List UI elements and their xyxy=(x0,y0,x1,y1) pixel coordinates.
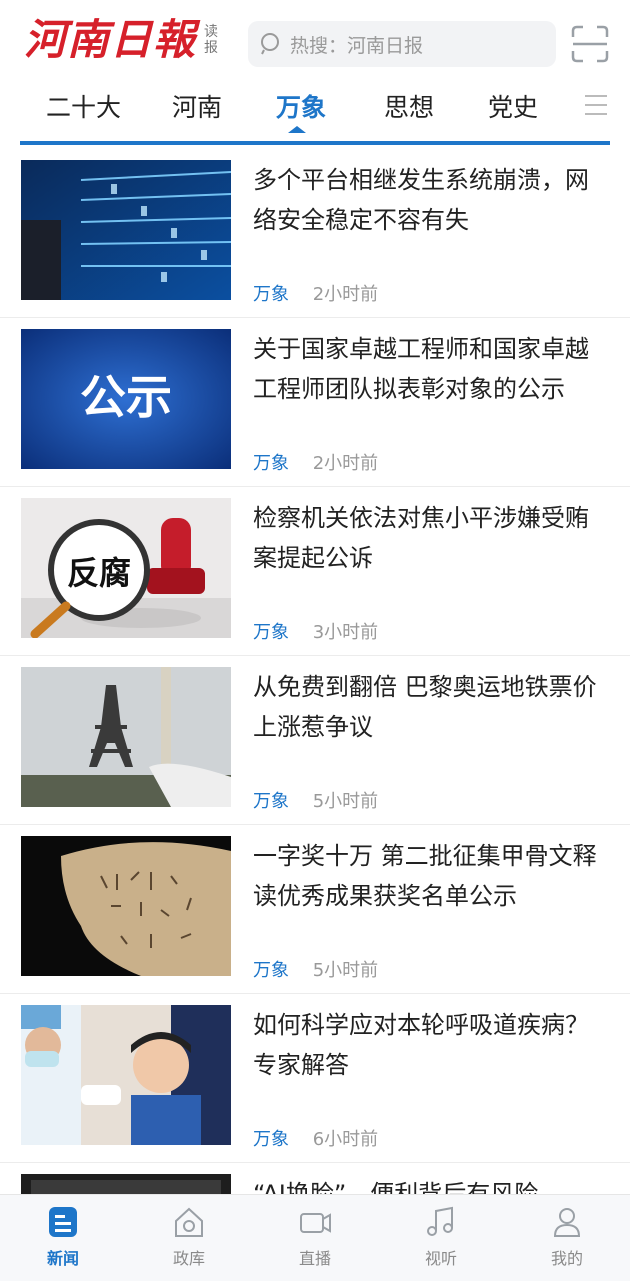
news-item[interactable]: 从免费到翻倍 巴黎奥运地铁票价上涨惹争议 万象 5小时前 xyxy=(0,655,630,825)
news-item[interactable]: “AI换脸”、便利背后有风险 xyxy=(0,1162,630,1194)
server-image xyxy=(21,160,231,300)
news-source: 万象 xyxy=(253,960,289,981)
news-item[interactable]: 公示 关于国家卓越工程师和国家卓越工程师团队拟表彰对象的公示 万象 2小时前 xyxy=(0,317,630,487)
news-item[interactable]: 如何科学应对本轮呼吸道疾病？专家解答 万象 6小时前 xyxy=(0,993,630,1163)
news-time: 2小时前 xyxy=(312,453,379,474)
tab-ershida[interactable]: 二十大 xyxy=(46,88,121,124)
user-icon xyxy=(553,1208,581,1237)
news-title: 检察机关依法对焦小平涉嫌受贿案提起公诉 xyxy=(253,504,589,572)
news-source: 万象 xyxy=(253,622,289,643)
nav-live[interactable]: 直播 xyxy=(270,1205,360,1269)
news-meta: 万象 2小时前 xyxy=(253,280,378,306)
news-title: 如何科学应对本轮呼吸道疾病？专家解答 xyxy=(253,1011,589,1079)
news-meta: 万象 5小时前 xyxy=(253,956,378,982)
device-image xyxy=(21,1174,231,1194)
nav-live-label: 直播 xyxy=(298,1249,331,1268)
news-thumbnail xyxy=(21,160,231,300)
anticorruption-text: 反腐 xyxy=(67,554,131,592)
nav-audiovisual-label: 视听 xyxy=(424,1249,457,1268)
nav-zhengku[interactable]: 政库 xyxy=(144,1205,234,1269)
news-item[interactable]: 一字奖十万 第二批征集甲骨文释读优秀成果获奖名单公示 万象 5小时前 xyxy=(0,824,630,994)
news-thumbnail: 公示 xyxy=(21,329,231,469)
news-meta: 万象 2小时前 xyxy=(253,449,378,475)
music-icon xyxy=(427,1206,453,1236)
search-bar[interactable]: 热搜：河南日报 xyxy=(248,21,556,67)
news-meta: 万象 5小时前 xyxy=(253,787,378,813)
nav-mine-label: 我的 xyxy=(550,1249,583,1268)
logo-sub-2: 报 xyxy=(204,40,219,56)
camera-icon xyxy=(300,1213,331,1233)
news-time: 6小时前 xyxy=(312,1129,379,1150)
news-title: 关于国家卓越工程师和国家卓越工程师团队拟表彰对象的公示 xyxy=(253,335,589,403)
news-title: “AI换脸”、便利背后有风险 xyxy=(253,1180,539,1194)
tab-sixiang[interactable]: 思想 xyxy=(384,88,434,124)
news-title: 多个平台相继发生系统崩溃，网络安全稳定不容有失 xyxy=(253,166,589,234)
news-icon xyxy=(49,1207,77,1237)
app-header: 河南日報 读 报 热搜：河南日报 二十大 河南 万象 思想 党史 xyxy=(0,0,630,148)
news-list: 多个平台相继发生系统崩溃，网络安全稳定不容有失 万象 2小时前 公示 关于国家卓… xyxy=(0,148,630,1194)
nav-audiovisual[interactable]: 视听 xyxy=(396,1205,486,1269)
news-thumbnail xyxy=(21,836,231,976)
tab-wanxiang[interactable]: 万象 xyxy=(276,88,326,124)
news-meta: 万象 6小时前 xyxy=(253,1125,378,1151)
active-tab-marker xyxy=(288,126,306,133)
scan-icon[interactable] xyxy=(570,24,610,64)
bottom-navigation: 新闻 政库 直播 视听 我的 xyxy=(0,1194,630,1281)
tab-dangshi[interactable]: 党史 xyxy=(488,88,538,124)
tab-henan[interactable]: 河南 xyxy=(172,88,222,124)
child-doctor-image xyxy=(21,1005,231,1145)
anticorruption-image: 反腐 xyxy=(21,498,231,638)
news-item[interactable]: 多个平台相继发生系统崩溃，网络安全稳定不容有失 万象 2小时前 xyxy=(0,148,630,318)
news-source: 万象 xyxy=(253,453,289,474)
news-thumbnail xyxy=(21,1174,231,1194)
brand-logo[interactable]: 河南日報 读 报 xyxy=(24,10,218,70)
news-source: 万象 xyxy=(253,791,289,812)
nav-news-label: 新闻 xyxy=(46,1249,79,1268)
news-source: 万象 xyxy=(253,1129,289,1150)
news-thumbnail xyxy=(21,1005,231,1145)
news-thumbnail xyxy=(21,667,231,807)
news-thumbnail: 反腐 xyxy=(21,498,231,638)
eiffel-image xyxy=(21,667,231,807)
tabs-underline xyxy=(20,141,610,145)
logo-subtext: 读 报 xyxy=(204,24,218,56)
menu-icon[interactable] xyxy=(584,93,608,117)
search-placeholder: 热搜：河南日报 xyxy=(290,34,424,57)
notice-text: 公示 xyxy=(80,370,172,424)
news-title: 一字奖十万 第二批征集甲骨文释读优秀成果获奖名单公示 xyxy=(253,842,597,910)
oracle-bone-image xyxy=(21,836,231,976)
news-time: 3小时前 xyxy=(312,622,379,643)
news-source: 万象 xyxy=(253,284,289,305)
news-title: 从免费到翻倍 巴黎奥运地铁票价上涨惹争议 xyxy=(253,673,597,741)
search-icon xyxy=(261,33,279,55)
news-meta: 万象 3小时前 xyxy=(253,618,378,644)
notice-image: 公示 xyxy=(21,329,231,469)
news-time: 2小时前 xyxy=(312,284,379,305)
nav-zhengku-label: 政库 xyxy=(172,1249,205,1268)
nav-mine[interactable]: 我的 xyxy=(522,1205,612,1269)
news-item[interactable]: 反腐 检察机关依法对焦小平涉嫌受贿案提起公诉 万象 3小时前 xyxy=(0,486,630,656)
nav-news[interactable]: 新闻 xyxy=(18,1205,108,1269)
logo-text: 河南日報 xyxy=(24,15,197,64)
news-time: 5小时前 xyxy=(312,791,379,812)
house-icon xyxy=(175,1207,203,1237)
logo-sub-1: 读 xyxy=(204,24,219,40)
channel-tabs: 二十大 河南 万象 思想 党史 xyxy=(0,82,630,138)
news-time: 5小时前 xyxy=(312,960,379,981)
